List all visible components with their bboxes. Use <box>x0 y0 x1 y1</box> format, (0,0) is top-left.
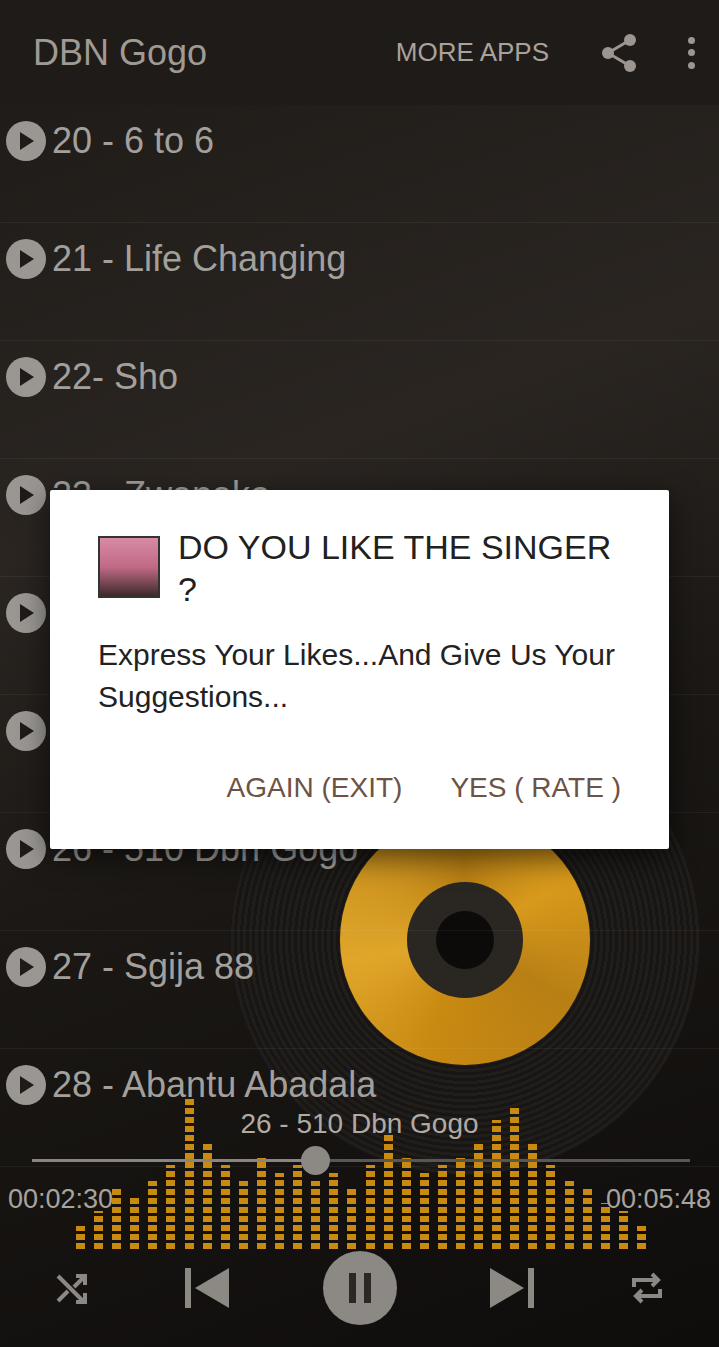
more-apps-button[interactable]: MORE APPS <box>396 33 549 72</box>
play-icon[interactable] <box>6 475 46 515</box>
visualizer-bar <box>293 1165 302 1249</box>
screen: DBN Gogo MORE APPS 20 - 6 to 6 21 - Life … <box>0 0 719 1347</box>
elapsed-time: 00:02:30 <box>8 1183 113 1215</box>
visualizer-bar <box>402 1158 411 1249</box>
exit-button[interactable]: AGAIN (EXIT) <box>227 766 403 810</box>
pause-icon <box>347 1272 373 1304</box>
shuffle-icon[interactable] <box>52 1268 92 1308</box>
now-playing-title: 26 - 510 Dbn Gogo <box>0 1107 719 1141</box>
visualizer-bar <box>239 1181 248 1249</box>
repeat-icon[interactable] <box>627 1268 667 1308</box>
player: 26 - 510 Dbn Gogo 00:02:30 00:05:48 <box>0 1097 719 1347</box>
track-title: 22- Sho <box>52 357 178 397</box>
dialog-message: Express Your Likes...And Give Us Your Su… <box>98 634 621 718</box>
play-icon[interactable] <box>6 239 46 279</box>
play-icon[interactable] <box>6 1065 46 1105</box>
play-icon[interactable] <box>6 711 46 751</box>
visualizer-bar <box>456 1158 465 1249</box>
visualizer-bar <box>130 1196 139 1249</box>
app-title: DBN Gogo <box>33 26 396 80</box>
track-row[interactable]: 27 - Sgija 88 <box>0 931 719 1049</box>
visualizer-bar <box>148 1181 157 1249</box>
controls <box>0 1251 719 1325</box>
visualizer-bar <box>257 1158 266 1249</box>
seek-thumb[interactable] <box>301 1146 330 1175</box>
play-pause-button[interactable] <box>323 1251 397 1325</box>
visualizer-bar <box>166 1165 175 1249</box>
visualizer-bar <box>510 1105 519 1249</box>
track-row[interactable]: 20 - 6 to 6 <box>0 105 719 223</box>
play-icon[interactable] <box>6 357 46 397</box>
app-bar: DBN Gogo MORE APPS <box>0 0 719 105</box>
visualizer-bar <box>311 1181 320 1249</box>
visualizer-bar <box>438 1165 447 1249</box>
play-icon[interactable] <box>6 947 46 987</box>
visualizer-bar <box>637 1226 646 1249</box>
duration-time: 00:05:48 <box>606 1183 711 1215</box>
next-icon[interactable] <box>487 1263 537 1313</box>
visualizer-bar <box>221 1165 230 1249</box>
seek-fill <box>32 1159 315 1162</box>
visualizer-bar <box>492 1120 501 1249</box>
play-icon[interactable] <box>6 593 46 633</box>
album-art <box>98 536 160 598</box>
visualizer-bar <box>384 1135 393 1249</box>
visualizer-bar <box>565 1181 574 1249</box>
track-title: 28 - Abantu Abadala <box>52 1065 376 1105</box>
seek-bar[interactable] <box>32 1159 690 1162</box>
more-options-icon[interactable] <box>685 33 697 73</box>
rate-button[interactable]: YES ( RATE ) <box>450 766 621 810</box>
visualizer-bar <box>185 1097 194 1249</box>
previous-icon[interactable] <box>182 1263 232 1313</box>
visualizer-bar <box>420 1173 429 1249</box>
rate-dialog: DO YOU LIKE THE SINGER ? Express Your Li… <box>50 490 669 849</box>
track-row[interactable]: 21 - Life Changing <box>0 223 719 341</box>
visualizer-bar <box>619 1211 628 1249</box>
visualizer-bar <box>546 1165 555 1249</box>
track-title: 27 - Sgija 88 <box>52 947 254 987</box>
track-title: 21 - Life Changing <box>52 239 346 279</box>
visualizer-bar <box>329 1173 338 1249</box>
share-icon[interactable] <box>599 33 639 73</box>
play-icon[interactable] <box>6 829 46 869</box>
visualizer-bar <box>275 1173 284 1249</box>
play-icon[interactable] <box>6 121 46 161</box>
visualizer-bar <box>76 1226 85 1249</box>
dialog-title: DO YOU LIKE THE SINGER ? <box>178 526 621 610</box>
visualizer-bar <box>583 1188 592 1249</box>
visualizer-bar <box>366 1165 375 1249</box>
track-row[interactable]: 22- Sho <box>0 341 719 459</box>
visualizer-bar <box>94 1211 103 1249</box>
visualizer-bar <box>347 1188 356 1249</box>
visualizer-bar <box>112 1188 121 1249</box>
track-title: 20 - 6 to 6 <box>52 121 214 161</box>
